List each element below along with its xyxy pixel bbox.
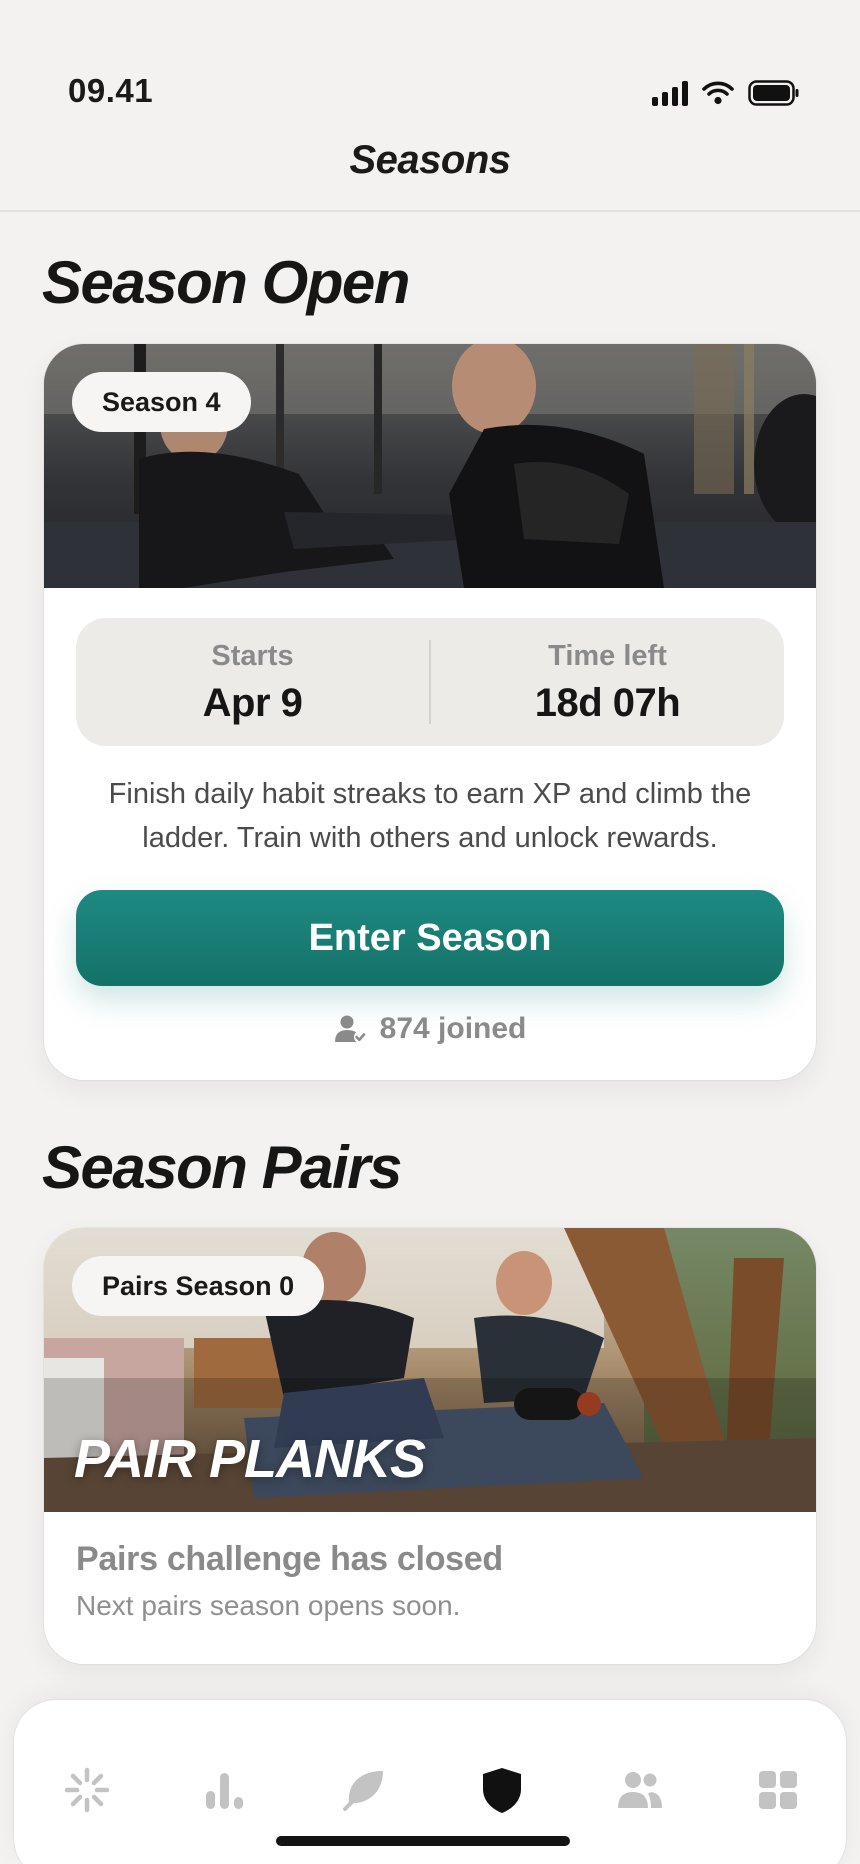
battery-icon <box>748 80 799 106</box>
season-stats: Starts Apr 9 Time left 18d 07h <box>76 618 784 746</box>
pairs-hero-image: Pairs Season 0 PAIR PLANKS <box>44 1228 816 1512</box>
people-icon <box>618 1772 662 1808</box>
home-indicator <box>276 1836 570 1846</box>
person-joined-icon <box>334 1015 366 1043</box>
season-open-card: Season 4 Starts Apr 9 Time left 18d 07h … <box>44 344 816 1080</box>
grid-icon <box>759 1771 797 1809</box>
tab-seasons[interactable] <box>466 1754 538 1826</box>
joined-count: 874 joined <box>44 1012 816 1046</box>
starts-label: Starts <box>211 640 294 672</box>
enter-season-button[interactable]: Enter Season <box>76 890 784 986</box>
tab-more[interactable] <box>742 1754 814 1826</box>
status-icons <box>652 80 800 106</box>
season-pairs-heading: Season Pairs <box>42 1134 402 1201</box>
pairs-closed-subtitle: Next pairs season opens soon. <box>76 1590 461 1621</box>
season-pairs-card: Pairs Season 0 PAIR PLANKS Pairs challen… <box>44 1228 816 1664</box>
page-title: Seasons <box>349 138 511 182</box>
starts-value: Apr 9 <box>202 681 303 725</box>
starts-stat: Starts Apr 9 <box>76 618 429 746</box>
bar-chart-icon <box>206 1773 243 1809</box>
wifi-icon <box>702 81 734 105</box>
season-description: Finish daily habit streaks to earn XP an… <box>108 778 752 854</box>
time-left-stat: Time left 18d 07h <box>431 618 784 746</box>
pairs-season-badge: Pairs Season 0 <box>72 1256 325 1316</box>
season-badge: Season 4 <box>72 372 251 432</box>
cellular-signal-icon <box>652 80 688 106</box>
status-bar: 09.41 <box>0 0 860 130</box>
leaf-icon <box>343 1771 383 1811</box>
tab-leaf[interactable] <box>328 1754 400 1826</box>
tab-sparkle[interactable] <box>51 1754 123 1826</box>
pairs-closed-title: Pairs challenge has closed <box>76 1540 503 1578</box>
sparkle-icon <box>64 1767 110 1813</box>
status-time: 09.41 <box>68 72 154 109</box>
shield-icon <box>483 1768 521 1813</box>
tab-people[interactable] <box>604 1754 676 1826</box>
time-left-value: 18d 07h <box>534 681 681 725</box>
nav-header: Seasons <box>0 130 860 212</box>
season-hero-image: Season 4 <box>44 344 816 588</box>
time-left-label: Time left <box>548 640 667 672</box>
tab-stats[interactable] <box>189 1754 261 1826</box>
joined-text: 874 joined <box>379 1012 527 1045</box>
pair-planks-title: PAIR PLANKS <box>74 1429 426 1489</box>
season-open-heading: Season Open <box>42 249 410 316</box>
